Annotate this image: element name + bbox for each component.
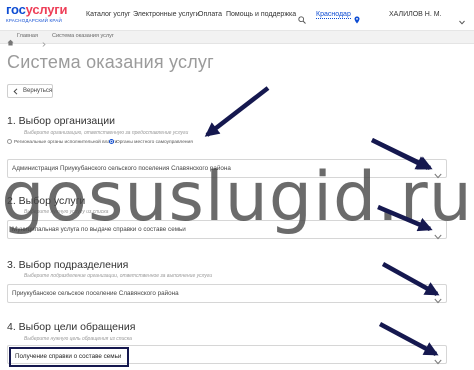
gosuslugi-logo[interactable]: госуслуги КРАСНОДАРСКИЙ КРАЙ [6, 2, 68, 24]
chevron-down-icon[interactable] [459, 12, 465, 30]
step-4-hint: Выберите нужную цель обращения из списка [24, 336, 132, 342]
organization-select[interactable]: Администрация Приукубанского сельского п… [7, 159, 447, 179]
radio-on-icon [109, 139, 114, 144]
purpose-select[interactable]: Получение справки о составе семьи [7, 345, 447, 367]
home-icon[interactable] [7, 33, 14, 51]
step-2-title: 2. Выбор услуги [7, 195, 86, 207]
step-4-title: 4. Выбор цели обращения [7, 321, 136, 333]
department-select-value: Приукубанское сельское поселение Славянс… [12, 290, 179, 297]
chevron-down-icon[interactable] [434, 352, 442, 370]
user-name[interactable]: ХАЛИЛОВ Н. М. [389, 11, 442, 18]
site-header: госуслуги КРАСНОДАРСКИЙ КРАЙ Каталог усл… [0, 0, 474, 31]
location-pin-icon[interactable] [354, 11, 360, 29]
page-title: Система оказания услуг [7, 52, 214, 72]
chevron-down-icon[interactable] [434, 166, 442, 184]
radio-off-icon [7, 139, 12, 144]
arrow-to-radio [204, 86, 270, 137]
city-selector[interactable]: Краснодар [316, 11, 351, 19]
organization-select-value: Администрация Приукубанского сельского п… [12, 165, 231, 172]
radio-label: Региональные органы исполнительной власт… [14, 139, 118, 145]
radio-regional-authorities[interactable]: Региональные органы исполнительной власт… [7, 139, 117, 145]
breadcrumb-current: Система оказания услуг [52, 33, 114, 39]
search-icon[interactable] [298, 11, 306, 29]
breadcrumb-home[interactable]: Главная [17, 33, 38, 39]
nav-payment[interactable]: Оплата [198, 11, 222, 18]
step-2-hint: Выберите нужную услугу из списка [24, 209, 109, 215]
nav-help[interactable]: Помощь и поддержка [226, 11, 296, 18]
back-button-label: Вернуться [23, 88, 53, 94]
department-select[interactable]: Приукубанское сельское поселение Славянс… [7, 284, 447, 304]
chevron-down-icon[interactable] [434, 291, 442, 309]
radio-local-government[interactable]: Органы местного самоуправления [109, 139, 193, 145]
breadcrumb: Главная Система оказания услуг [0, 31, 474, 47]
service-select[interactable]: Муниципальная услуга по выдаче справки о… [7, 220, 447, 240]
logo-region: КРАСНОДАРСКИЙ КРАЙ [6, 18, 62, 23]
chevron-down-icon[interactable] [434, 227, 442, 245]
step-1-title: 1. Выбор организации [7, 115, 116, 127]
nav-catalog[interactable]: Каталог услуг [86, 11, 130, 18]
back-button[interactable]: Вернуться [7, 84, 53, 98]
purpose-select-value: Получение справки о составе семьи [9, 347, 130, 367]
logo-text: госуслуги [6, 2, 68, 17]
step-3-hint: Выберите подразделение организации, отве… [24, 273, 213, 279]
step-1-hint: Выберите организацию, ответственную за п… [24, 130, 189, 136]
step-3-title: 3. Выбор подразделения [7, 259, 129, 271]
service-select-value: Муниципальная услуга по выдаче справки о… [12, 226, 186, 233]
nav-e-services[interactable]: Электронные услуги [133, 11, 199, 18]
radio-label: Органы местного самоуправления [116, 139, 193, 145]
arrow-left-icon [13, 88, 18, 97]
chevron-right-icon [42, 34, 46, 52]
